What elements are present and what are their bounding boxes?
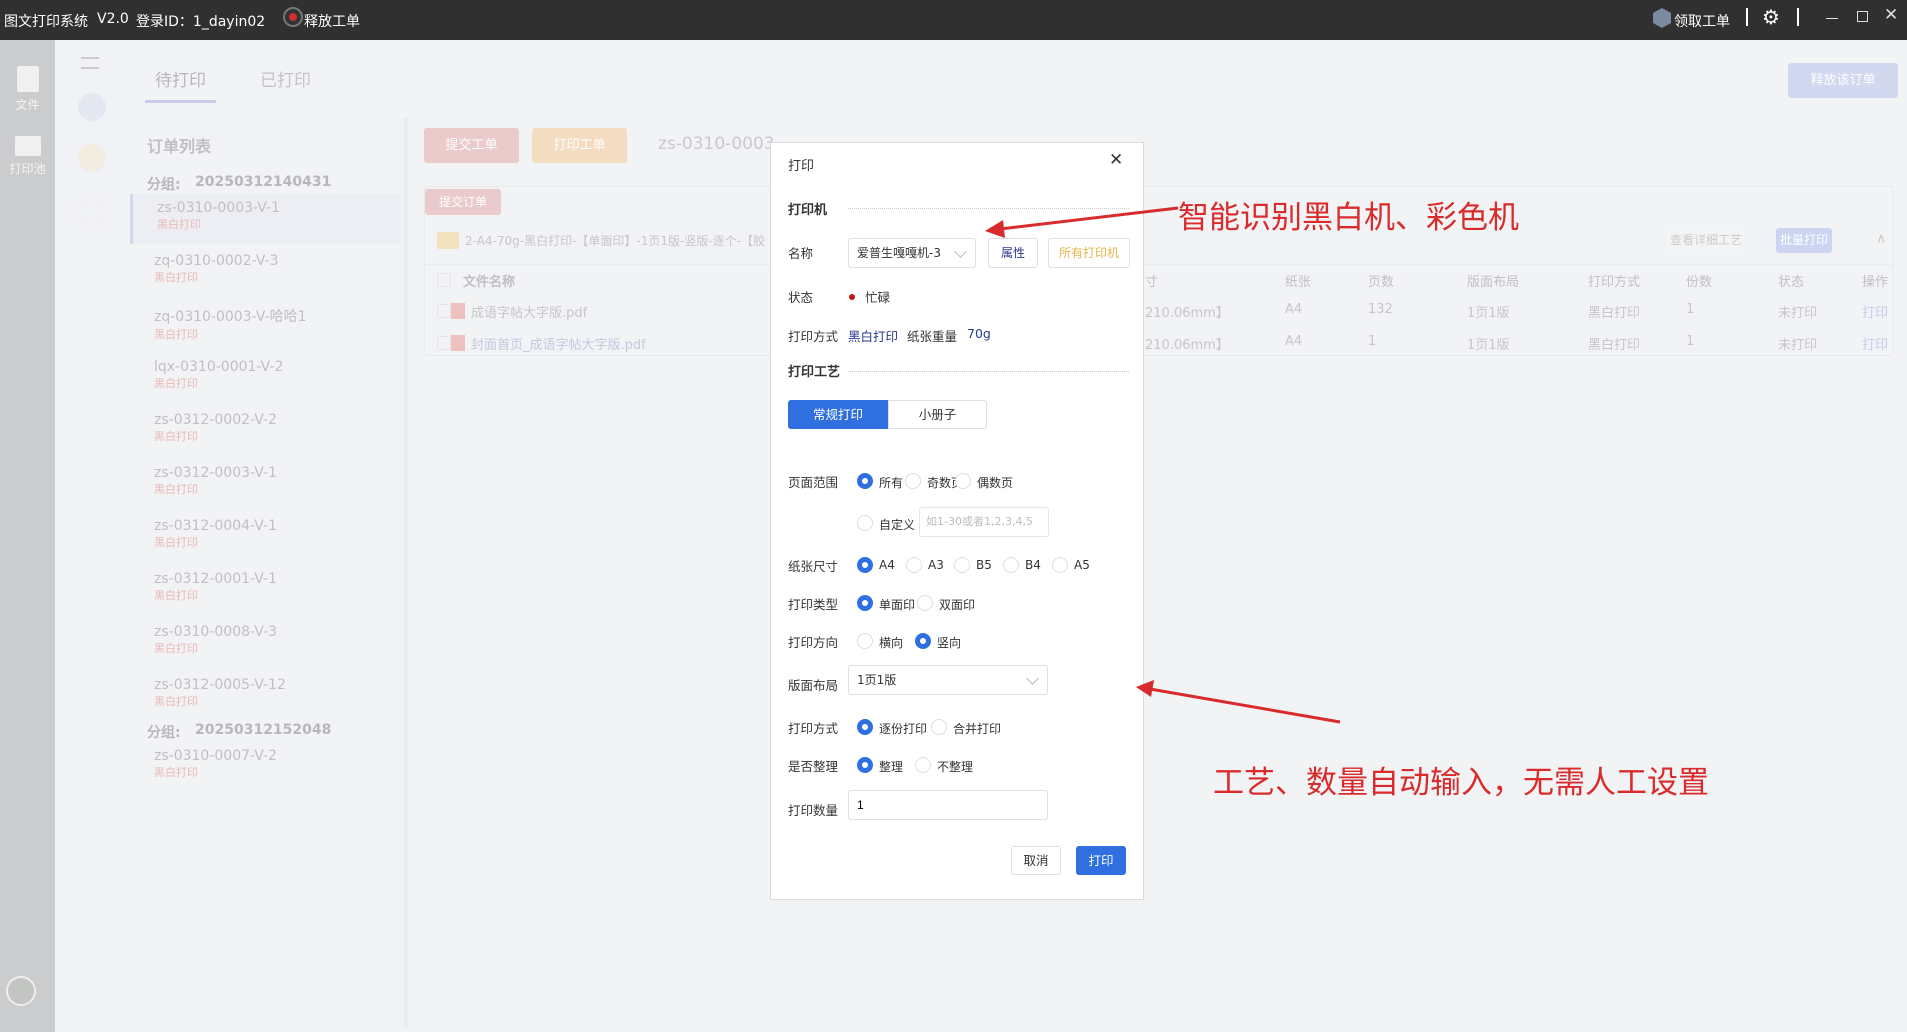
arrow-head	[985, 220, 1005, 238]
annotation-auto-fill: 工艺、数量自动输入，无需人工设置	[1213, 765, 1709, 801]
annotation-arrows	[985, 206, 1341, 724]
annotation-printer-detect: 智能识别黑白机、彩色机	[1178, 200, 1519, 236]
arrow-line	[1149, 687, 1341, 724]
arrow-line	[999, 206, 1179, 231]
arrow-head	[1136, 680, 1154, 697]
